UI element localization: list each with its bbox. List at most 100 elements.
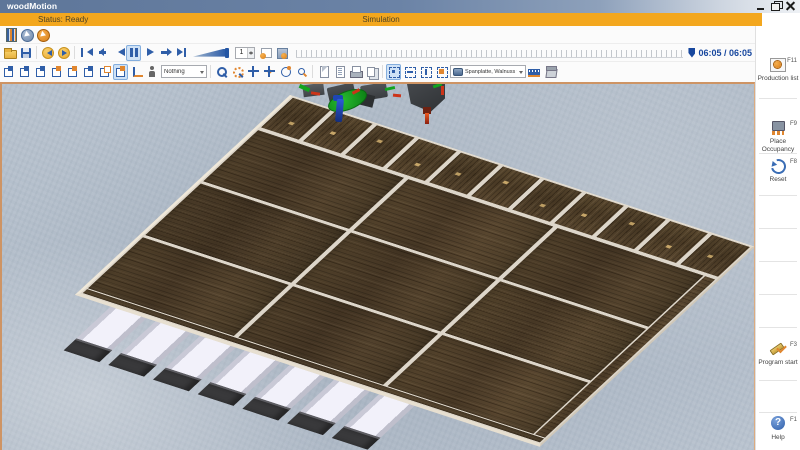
cube-3d-icon (114, 65, 127, 78)
reset-button[interactable]: F8 Reset (757, 158, 799, 184)
toolbar-row-1 (0, 26, 756, 44)
center-button[interactable] (262, 64, 277, 80)
view-iso-button[interactable] (97, 64, 112, 80)
sidebar-button-label: Reset (757, 176, 799, 184)
sync-orange-icon (36, 28, 49, 41)
cube-bottom-icon (82, 65, 95, 78)
cube-left-icon (34, 65, 47, 78)
help-button[interactable]: F1 Help (757, 416, 799, 442)
zoom-in-icon (215, 65, 228, 78)
list-button[interactable] (332, 64, 347, 80)
play-button[interactable] (142, 45, 157, 61)
place-occupancy-button[interactable]: F9 Place Occupancy (757, 120, 799, 154)
viewport-3d[interactable] (0, 82, 755, 450)
copy-icon (365, 65, 378, 78)
fit-height-button[interactable] (418, 64, 433, 80)
open-button[interactable] (2, 45, 17, 61)
fkey-label: F9 (790, 121, 797, 127)
measure-button[interactable] (527, 64, 542, 80)
skip-start-icon (79, 46, 92, 59)
zoom-region-icon (231, 65, 244, 78)
fit-height-icon (419, 65, 432, 78)
step-back-icon (95, 46, 108, 59)
sidebar-button-label: Place Occupancy (757, 138, 799, 154)
print-button[interactable] (348, 64, 363, 80)
redo-button[interactable] (56, 45, 71, 61)
toolbar-row-3: Nothing (0, 62, 756, 81)
fit-selection-icon (387, 65, 400, 78)
speed-spinner[interactable]: 1 (235, 47, 255, 59)
production-list-icon (769, 57, 787, 73)
program-start-button[interactable]: F3 Program start (757, 341, 799, 367)
pan-button[interactable] (246, 64, 261, 80)
production-list-button[interactable]: F11 Production list (757, 57, 799, 83)
production-plan-button[interactable] (3, 27, 18, 43)
sidebar-button-label: Production list (757, 75, 799, 83)
restore-button[interactable] (769, 1, 782, 12)
view-bottom-button[interactable] (81, 64, 96, 80)
material-dropdown[interactable]: Spanplatte, Walnuss furniert (450, 65, 526, 78)
skip-end-button[interactable] (174, 45, 189, 61)
play-icon (143, 46, 156, 59)
fit-group (386, 64, 449, 80)
view-back-button[interactable] (17, 64, 32, 80)
cube-front-icon (2, 65, 15, 78)
collision-dropdown[interactable]: Nothing (161, 65, 207, 78)
simulation-timeline[interactable] (296, 50, 683, 58)
view-right-button[interactable] (49, 64, 64, 80)
undo-group (40, 45, 71, 61)
view-left-button[interactable] (33, 64, 48, 80)
fit-all-icon (435, 65, 448, 78)
sim-loop-button[interactable] (258, 45, 273, 61)
sync-orange-button[interactable] (35, 27, 50, 43)
fit-all-button[interactable] (434, 64, 449, 80)
sim-window-button[interactable] (274, 45, 289, 61)
sync-blue-button[interactable] (19, 27, 34, 43)
step-forward-button[interactable] (158, 45, 173, 61)
cube-back-icon (18, 65, 31, 78)
step-back-button[interactable] (94, 45, 109, 61)
undo-button[interactable] (40, 45, 55, 61)
clear-box-button[interactable] (543, 64, 558, 80)
toolbar-separator (312, 65, 313, 78)
simulation-person-button[interactable] (145, 64, 160, 80)
print-icon (349, 65, 362, 78)
toolbar-separator (210, 65, 211, 78)
close-button[interactable] (784, 1, 797, 12)
zoom-region-button[interactable] (230, 64, 245, 80)
view-3d-button[interactable] (113, 64, 128, 80)
view-top-button[interactable] (65, 64, 80, 80)
pause-button[interactable] (126, 45, 141, 61)
program-start-icon (769, 341, 787, 357)
material-dropdown-value: Spanplatte, Walnuss furniert (465, 69, 517, 75)
sim-loop-icon (259, 46, 272, 59)
fit-selection-button[interactable] (386, 64, 401, 80)
fit-width-button[interactable] (402, 64, 417, 80)
list-icon (333, 65, 346, 78)
new-doc-button[interactable] (316, 64, 331, 80)
zoom-out-button[interactable] (294, 64, 309, 80)
view-group (1, 64, 144, 80)
save-button[interactable] (18, 45, 33, 61)
window-title: woodMotion (7, 0, 57, 13)
chevron-down-icon (519, 71, 523, 76)
fkey-label: F3 (790, 342, 797, 348)
orbit-button[interactable] (278, 64, 293, 80)
view-front-button[interactable] (1, 64, 16, 80)
copy-button[interactable] (364, 64, 379, 80)
axis-button[interactable] (129, 64, 144, 80)
toolbar-row-2: 1 06:05 / 06:05 (0, 44, 756, 62)
zoom-in-button[interactable] (214, 64, 229, 80)
toolbar-separator (36, 46, 37, 59)
pause-icon (127, 46, 140, 59)
timeline-position-marker[interactable] (688, 48, 695, 58)
toolbar-separator (74, 46, 75, 59)
occupancy-icon (769, 120, 787, 136)
spinner-arrows[interactable] (247, 48, 254, 58)
skip-start-button[interactable] (78, 45, 93, 61)
play-reverse-button[interactable] (110, 45, 125, 61)
minimize-button[interactable] (754, 1, 767, 12)
status-bar: Status: Ready Simulation (0, 13, 762, 26)
speed-slider[interactable] (193, 47, 229, 59)
extra-group (258, 45, 289, 61)
